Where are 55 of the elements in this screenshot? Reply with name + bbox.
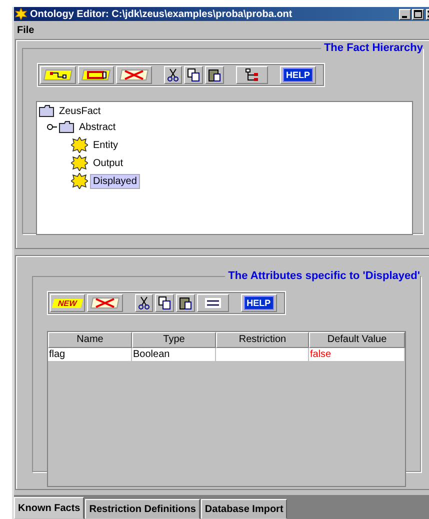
lines-icon	[204, 297, 222, 309]
column-header[interactable]: Type	[132, 332, 216, 348]
column-header[interactable]: Restriction	[216, 332, 309, 348]
maximize-button[interactable]	[412, 8, 424, 20]
scissors-icon	[138, 296, 150, 310]
star-burst-icon	[15, 8, 27, 20]
add-child-button[interactable]	[40, 66, 76, 84]
help-button[interactable]: HELP	[280, 66, 316, 84]
delete-button[interactable]	[86, 294, 123, 312]
paste-button[interactable]	[205, 66, 224, 84]
tab[interactable]: Database Import	[200, 499, 288, 519]
minimize-button[interactable]	[399, 8, 411, 20]
tree-item[interactable]: Abstract	[76, 120, 119, 134]
link-icon	[43, 69, 73, 81]
paste-icon	[178, 296, 192, 310]
column-header[interactable]: Default Value	[309, 332, 405, 348]
delete-button[interactable]	[116, 66, 152, 84]
star-burst-icon	[71, 137, 88, 153]
copy-button[interactable]	[184, 66, 203, 84]
tree-item[interactable]: Entity	[90, 138, 122, 152]
copy-icon	[158, 296, 171, 310]
section-title: The Attributes specific to 'Displayed'	[225, 270, 420, 282]
copy-button[interactable]	[154, 294, 174, 312]
rows-button[interactable]	[196, 294, 229, 312]
help-button[interactable]: HELP	[240, 294, 277, 312]
cut-button[interactable]	[134, 294, 153, 312]
section-title: The Fact Hierarchy	[320, 42, 423, 54]
table-cell: Boolean	[132, 348, 216, 361]
column-header[interactable]: Name	[48, 332, 132, 348]
cross-icon	[119, 69, 149, 81]
hierarchy-button[interactable]	[236, 66, 268, 84]
paste-icon	[208, 68, 221, 82]
paste-button[interactable]	[176, 294, 195, 312]
star-burst-icon	[71, 155, 88, 171]
hierarchy-icon	[244, 68, 260, 82]
star-burst-icon	[71, 173, 88, 189]
expand-handle-icon[interactable]	[47, 123, 57, 131]
window-title: Ontology Editor: C:\jdk\zeus\examples\proba\proba.ont	[30, 8, 294, 20]
cross-icon	[90, 297, 120, 309]
folder-icon	[39, 105, 54, 117]
folder-icon	[59, 121, 74, 133]
tree-item[interactable]: ZeusFact	[56, 104, 104, 118]
tab[interactable]: Restriction Definitions	[85, 499, 200, 519]
table-cell: flag	[48, 348, 132, 361]
maximize-icon	[414, 10, 422, 18]
add-sibling-button[interactable]	[78, 66, 114, 84]
new-button[interactable]: NEW	[50, 294, 85, 312]
tree-item[interactable]: Output	[90, 156, 126, 170]
tab[interactable]: Known Facts	[14, 497, 84, 519]
cut-button[interactable]	[164, 66, 182, 84]
scissors-icon	[167, 68, 179, 82]
tree-item[interactable]: Displayed	[90, 174, 140, 188]
menu-item[interactable]: File	[17, 24, 34, 36]
table-cell: false	[309, 348, 405, 361]
copy-icon	[187, 68, 200, 82]
